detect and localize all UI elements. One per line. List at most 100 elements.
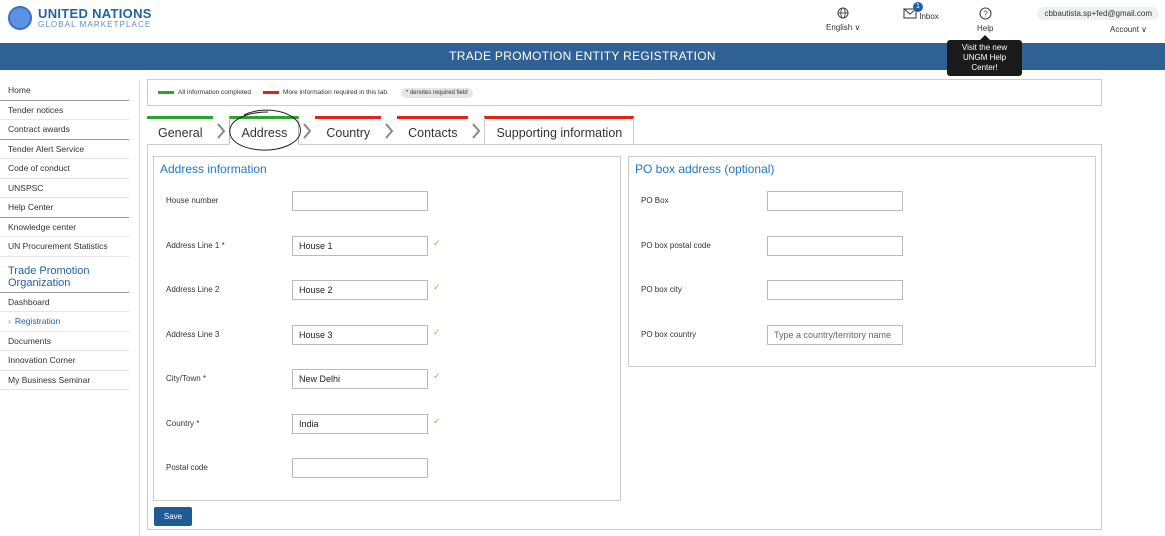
svg-text:?: ? <box>983 10 988 19</box>
status-legend: All information completed More informati… <box>147 79 1102 106</box>
po-box-city-input[interactable] <box>767 280 903 300</box>
field-po-box-city: PO box city <box>629 280 1095 300</box>
po-box-group: PO box address (optional) PO Box PO box … <box>628 156 1096 367</box>
valid-check-icon: ✓ <box>433 371 441 381</box>
field-label: Address Line 3 <box>166 330 220 339</box>
country-input[interactable]: India <box>292 414 428 434</box>
sidebar-item-dashboard[interactable]: Dashboard <box>0 293 129 312</box>
field-country: Country * India ✓ <box>154 414 620 434</box>
field-label: PO Box <box>641 196 669 205</box>
field-po-box: PO Box <box>629 191 1095 211</box>
valid-check-icon: ✓ <box>433 416 441 426</box>
sidebar-item-label: Registration <box>14 316 61 326</box>
chevron-right-icon <box>381 116 397 145</box>
sidebar-item-tender-notices[interactable]: Tender notices <box>0 101 129 120</box>
sidebar-section-title: Trade Promotion Organization <box>0 257 129 293</box>
help-icon: ? <box>977 7 993 22</box>
field-address-line-2: Address Line 2 House 2 ✓ <box>154 280 620 300</box>
field-label: Address Line 1 * <box>166 241 225 250</box>
po-box-input[interactable] <box>767 191 903 211</box>
language-label: English ∨ <box>826 23 861 32</box>
legend-complete-label: All information completed <box>178 89 251 96</box>
sidebar-item-contract-awards[interactable]: Contract awards <box>0 120 129 140</box>
chevron-right-icon <box>299 116 315 145</box>
address-group-title: Address information <box>160 162 267 176</box>
sidebar-item-business-seminar[interactable]: My Business Seminar <box>0 371 129 390</box>
tab-country[interactable]: Country <box>315 116 382 145</box>
sidebar-item-knowledge-center[interactable]: Knowledge center <box>0 218 129 237</box>
po-box-postal-code-input[interactable] <box>767 236 903 256</box>
field-house-number: House number <box>154 191 620 211</box>
legend-incomplete-label: More information required in this tab. <box>282 89 389 96</box>
legend-complete: All information completed <box>158 89 251 96</box>
help-button[interactable]: ? Help <box>977 7 993 33</box>
tooltip-line: UNGM Help <box>962 53 1007 62</box>
field-label: PO box country <box>641 330 697 339</box>
inbox-badge: 1 <box>913 2 923 12</box>
tooltip-line: Center! <box>971 63 998 72</box>
valid-check-icon: ✓ <box>433 327 441 337</box>
po-box-group-title: PO box address (optional) <box>635 162 775 176</box>
address-line-1-input[interactable]: House 1 <box>292 236 428 256</box>
po-box-country-input[interactable]: Type a country/territory name <box>767 325 903 345</box>
sidebar-item-innovation-corner[interactable]: Innovation Corner <box>0 351 129 371</box>
tab-supporting-information[interactable]: Supporting information <box>484 116 635 145</box>
field-label: PO box city <box>641 285 682 294</box>
city-input[interactable]: New Delhi <box>292 369 428 389</box>
postal-code-input[interactable] <box>292 458 428 478</box>
logo-title: UNITED NATIONS <box>38 6 152 21</box>
field-label: House number <box>166 196 219 205</box>
tab-general[interactable]: General <box>147 116 214 145</box>
sidebar-item-registration[interactable]: › Registration <box>0 312 129 332</box>
house-number-input[interactable] <box>292 191 428 211</box>
field-city: City/Town * New Delhi ✓ <box>154 369 620 389</box>
tooltip-line: Visit the new <box>961 43 1008 52</box>
legend-incomplete: More information required in this tab. <box>262 89 389 96</box>
field-address-line-1: Address Line 1 * House 1 ✓ <box>154 236 620 256</box>
chevron-right-icon <box>213 116 229 145</box>
field-label: Country * <box>166 419 200 428</box>
inbox-button[interactable]: 1 Inbox <box>903 2 939 23</box>
valid-check-icon: ✓ <box>433 282 441 292</box>
save-button[interactable]: Save <box>154 507 192 526</box>
sidebar-item-procurement-statistics[interactable]: UN Procurement Statistics <box>0 237 129 257</box>
sidebar-item-documents[interactable]: Documents <box>0 332 129 351</box>
un-logo[interactable]: UNITED NATIONS GLOBAL MARKETPLACE <box>8 6 152 30</box>
field-label: City/Town * <box>166 374 207 383</box>
required-note: * denotes required field <box>400 87 473 98</box>
language-selector[interactable]: English ∨ <box>826 7 860 32</box>
chevron-right-icon: › <box>8 316 11 326</box>
logo-subtitle: GLOBAL MARKETPLACE <box>38 20 152 29</box>
top-header: UNITED NATIONS GLOBAL MARKETPLACE Englis… <box>0 0 1165 43</box>
account-email[interactable]: cbbautista.sp+fed@gmail.com <box>1037 7 1159 20</box>
address-line-2-input[interactable]: House 2 <box>292 280 428 300</box>
red-bar-icon <box>262 90 279 94</box>
field-label: PO box postal code <box>641 241 711 250</box>
field-po-box-postal-code: PO box postal code <box>629 236 1095 256</box>
sidebar-item-code-of-conduct[interactable]: Code of conduct <box>0 159 129 179</box>
help-label: Help <box>977 24 994 33</box>
field-label: Postal code <box>166 463 208 472</box>
mail-icon: 1 <box>903 2 923 21</box>
sidebar-item-unspsc[interactable]: UNSPSC <box>0 179 129 198</box>
field-po-box-country: PO box country Type a country/territory … <box>629 325 1095 345</box>
chevron-right-icon <box>468 116 484 145</box>
tab-address[interactable]: Address <box>229 109 302 151</box>
help-tooltip: Visit the new UNGM Help Center! <box>947 35 1022 76</box>
account-menu[interactable]: Account ∨ <box>1110 25 1147 34</box>
field-address-line-3: Address Line 3 House 3 ✓ <box>154 325 620 345</box>
un-emblem-icon <box>8 6 32 30</box>
sidebar-item-tender-alert-service[interactable]: Tender Alert Service <box>0 140 129 159</box>
tab-contacts[interactable]: Contacts <box>397 116 469 145</box>
sidebar-item-help-center[interactable]: Help Center <box>0 198 129 218</box>
tab-address-label: Address <box>241 126 288 140</box>
green-bar-icon <box>158 90 174 94</box>
sidebar: Home Tender notices Contract awards Tend… <box>0 81 140 536</box>
address-information-group: Address information House number Address… <box>153 156 621 501</box>
valid-check-icon: ✓ <box>433 238 441 248</box>
inbox-label: Inbox <box>919 12 939 21</box>
address-line-3-input[interactable]: House 3 <box>292 325 428 345</box>
sidebar-item-home[interactable]: Home <box>0 81 129 101</box>
field-postal-code: Postal code <box>154 458 620 478</box>
registration-tabs: General Address Country Contacts Support… <box>147 109 635 151</box>
